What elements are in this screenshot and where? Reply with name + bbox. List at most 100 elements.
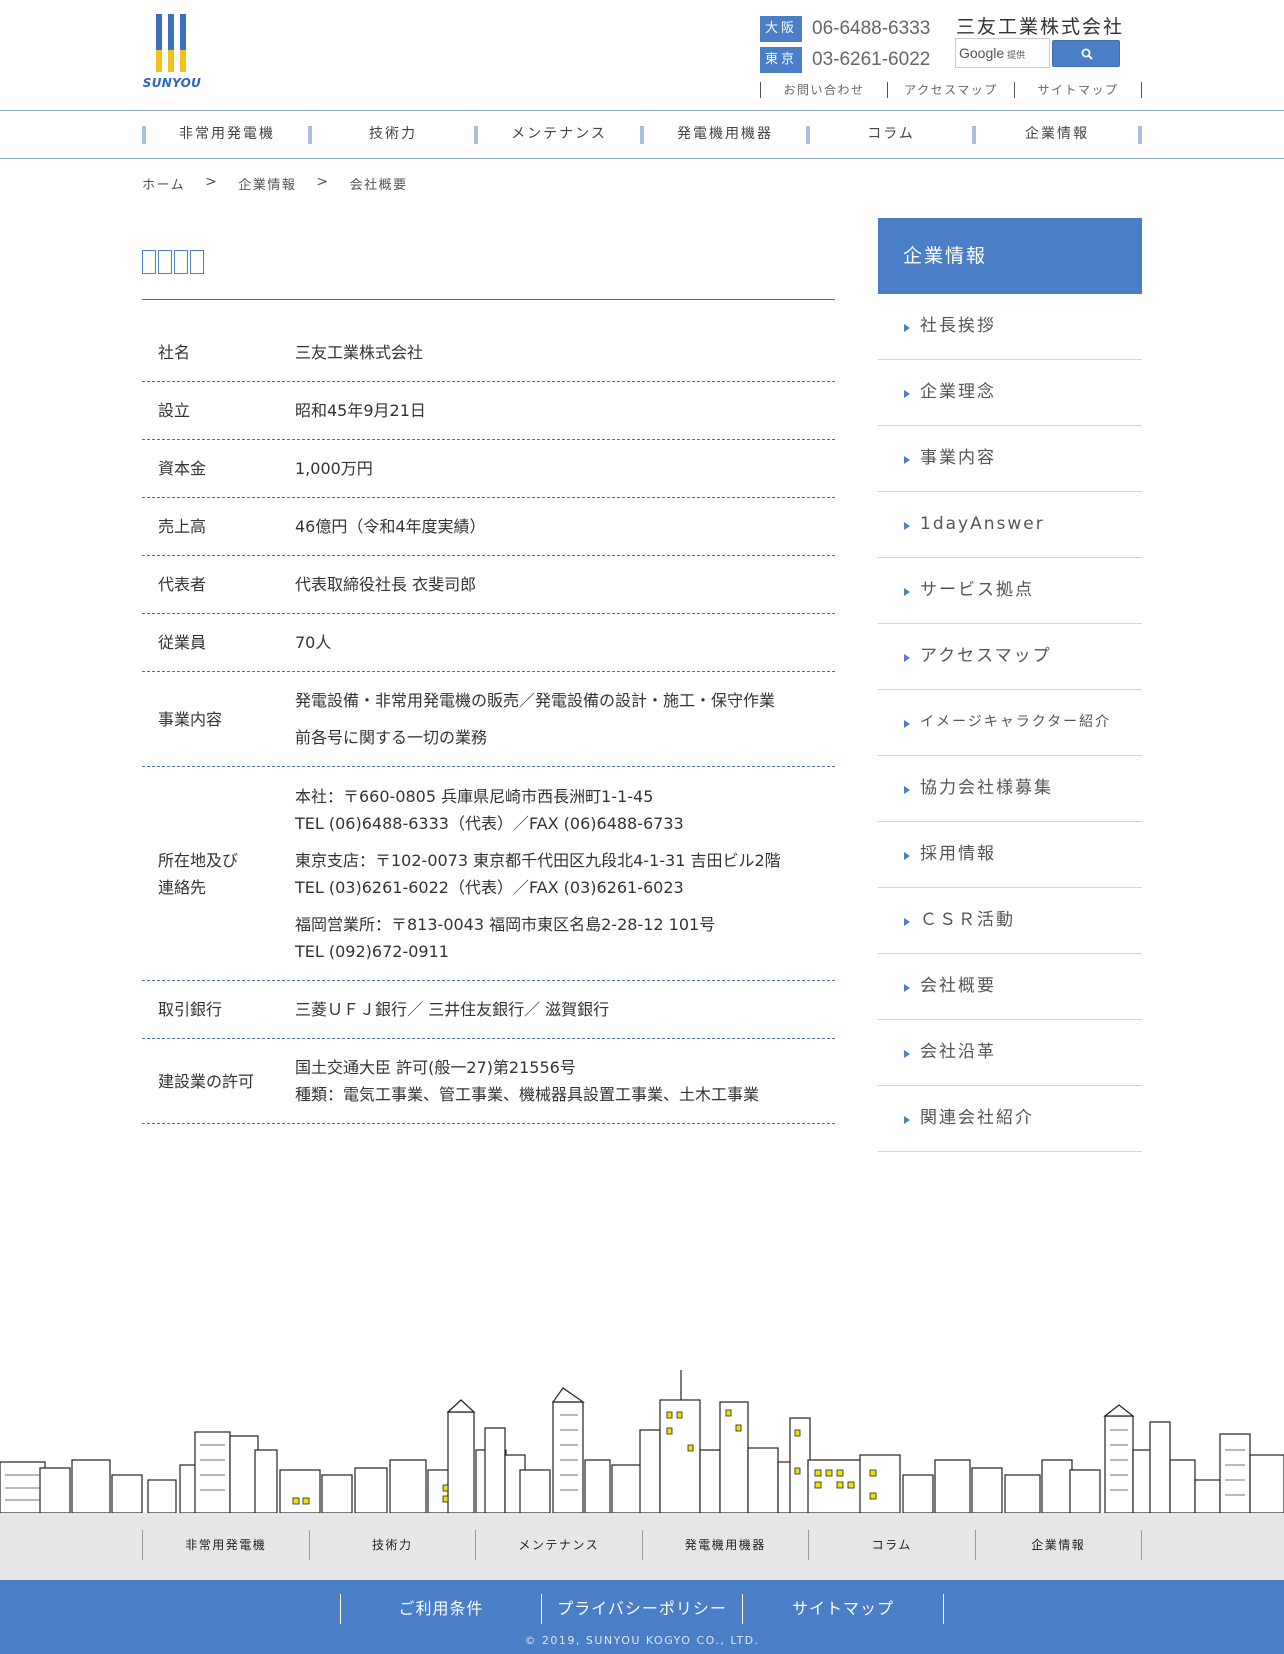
breadcrumb-home[interactable]: ホーム bbox=[142, 174, 185, 193]
row-label: 売上高 bbox=[158, 517, 207, 536]
footer-nav-technology[interactable]: 技術力 bbox=[310, 1530, 476, 1560]
row-value: 本社：〒660-0805 兵庫県尼崎市西長洲町1-1-45 bbox=[295, 786, 654, 806]
sidebar-item-philosophy[interactable]: 企業理念 bbox=[878, 360, 1142, 426]
nav-item-column[interactable]: コラム bbox=[810, 111, 972, 158]
breadcrumb-company-info[interactable]: 企業情報 bbox=[238, 174, 296, 193]
row-label: 代表者 bbox=[158, 575, 207, 594]
sidebar-menu: 社長挨拶 企業理念 事業内容 1dayAnswer サービス拠点 アクセスマップ… bbox=[878, 294, 1142, 1152]
row-value: 70人 bbox=[295, 633, 332, 652]
row-value: 東京支店：〒102-0073 東京都千代田区九段北4-1-31 吉田ビル2階 bbox=[295, 850, 781, 870]
row-value: 三友工業株式会社 bbox=[295, 343, 424, 362]
footer-link-terms[interactable]: ご利用条件 bbox=[340, 1594, 541, 1624]
phone-tag-tokyo: 東京 bbox=[760, 47, 802, 73]
sidebar-item-1day-answer[interactable]: 1dayAnswer bbox=[878, 492, 1142, 558]
footer-link-sitemap[interactable]: サイトマップ bbox=[742, 1594, 943, 1624]
row-value: 46億円（令和4年度実績） bbox=[295, 517, 486, 536]
footer-nav-emergency-generator[interactable]: 非常用発電機 bbox=[143, 1530, 309, 1560]
site-logo[interactable]: SUNYOU bbox=[142, 14, 202, 92]
sidebar-item-company-overview[interactable]: 会社概要 bbox=[878, 954, 1142, 1020]
breadcrumb-separator: > bbox=[205, 174, 219, 190]
footer-nav-maintenance[interactable]: メンテナンス bbox=[476, 1530, 642, 1560]
utility-links: お問い合わせ アクセスマップ サイトマップ bbox=[760, 82, 1142, 98]
table-row: 売上高 46億円（令和4年度実績） bbox=[142, 498, 835, 556]
phone-tokyo: 東京 03-6261-6022 bbox=[760, 47, 930, 73]
triangle-right-icon bbox=[904, 1116, 910, 1124]
row-label: 従業員 bbox=[158, 633, 207, 652]
triangle-right-icon bbox=[904, 918, 910, 926]
search-field[interactable]: Google 提供 bbox=[955, 38, 1050, 68]
table-row: 代表者 代表取締役社長 衣斐司郎 bbox=[142, 556, 835, 614]
triangle-right-icon bbox=[904, 852, 910, 860]
search-button[interactable] bbox=[1052, 40, 1120, 67]
sidebar-item-csr[interactable]: ＣＳＲ活動 bbox=[878, 888, 1142, 954]
breadcrumb-separator: > bbox=[316, 174, 330, 190]
row-value: 1,000万円 bbox=[295, 459, 373, 478]
table-row: 取引銀行 三菱ＵＦＪ銀行／ 三井住友銀行／ 滋賀銀行 bbox=[142, 981, 835, 1039]
sidebar-item-image-character[interactable]: イメージキャラクター紹介 bbox=[878, 690, 1142, 756]
sidebar-item-access-map[interactable]: アクセスマップ bbox=[878, 624, 1142, 690]
logo-text: SUNYOU bbox=[142, 76, 202, 90]
page-title bbox=[142, 250, 835, 300]
sidebar-item-service-bases[interactable]: サービス拠点 bbox=[878, 558, 1142, 624]
util-divider bbox=[1141, 82, 1142, 98]
footer-nav: 非常用発電機 技術力 メンテナンス 発電機用機器 コラム 企業情報 bbox=[0, 1513, 1284, 1580]
row-value: 福岡営業所：〒813-0043 福岡市東区名島2-28-12 101号 bbox=[295, 914, 716, 934]
sidebar-item-president-message[interactable]: 社長挨拶 bbox=[878, 294, 1142, 360]
row-value: 昭和45年9月21日 bbox=[295, 401, 426, 420]
row-label: 取引銀行 bbox=[158, 1000, 223, 1019]
row-value: TEL (03)6261-6022（代表）／FAX (03)6261-6023 bbox=[295, 877, 684, 897]
breadcrumb: ホーム > 企業情報 > 会社概要 bbox=[142, 174, 408, 193]
triangle-right-icon bbox=[904, 588, 910, 596]
phone-osaka: 大阪 06-6488-6333 bbox=[760, 16, 930, 42]
table-row: 建設業の許可 国土交通大臣 許可(般一27)第21556号 種類：電気工事業、管… bbox=[142, 1039, 835, 1124]
nav-item-maintenance[interactable]: メンテナンス bbox=[478, 111, 640, 158]
logo-mark bbox=[156, 14, 186, 72]
sidebar-item-related-companies[interactable]: 関連会社紹介 bbox=[878, 1086, 1142, 1152]
footer-nav-generator-equipment[interactable]: 発電機用機器 bbox=[643, 1530, 809, 1560]
search-input[interactable] bbox=[956, 39, 1049, 67]
nav-item-company-info[interactable]: 企業情報 bbox=[976, 111, 1138, 158]
table-row: 資本金 1,000万円 bbox=[142, 440, 835, 498]
city-skyline-illustration bbox=[0, 1370, 1284, 1513]
util-link-access-map[interactable]: アクセスマップ bbox=[887, 82, 1014, 98]
search-icon bbox=[1081, 48, 1093, 60]
nav-item-technology[interactable]: 技術力 bbox=[312, 111, 474, 158]
row-value: 国土交通大臣 許可(般一27)第21556号 bbox=[295, 1058, 576, 1077]
triangle-right-icon bbox=[904, 654, 910, 662]
triangle-right-icon bbox=[904, 720, 910, 728]
table-row: 社名 三友工業株式会社 bbox=[142, 324, 835, 382]
triangle-right-icon bbox=[904, 456, 910, 464]
row-value: 三菱ＵＦＪ銀行／ 三井住友銀行／ 滋賀銀行 bbox=[295, 1000, 610, 1019]
nav-item-generator-equipment[interactable]: 発電機用機器 bbox=[644, 111, 806, 158]
table-row: 所在地及び 連絡先 本社：〒660-0805 兵庫県尼崎市西長洲町1-1-45 … bbox=[142, 767, 835, 981]
row-label: 建設業の許可 bbox=[158, 1071, 255, 1091]
util-link-sitemap[interactable]: サイトマップ bbox=[1014, 82, 1141, 98]
table-row: 事業内容 発電設備・非常用発電機の販売／発電設備の設計・施工・保守作業 前各号に… bbox=[142, 672, 835, 767]
nav-item-emergency-generator[interactable]: 非常用発電機 bbox=[146, 111, 308, 158]
row-value: TEL (06)6488-6333（代表）／FAX (06)6488-6733 bbox=[295, 813, 684, 833]
sidebar-item-recruitment[interactable]: 採用情報 bbox=[878, 822, 1142, 888]
triangle-right-icon bbox=[904, 324, 910, 332]
sidebar-item-business[interactable]: 事業内容 bbox=[878, 426, 1142, 492]
company-name: 三友工業株式会社 bbox=[956, 16, 1125, 38]
sidebar-item-history[interactable]: 会社沿革 bbox=[878, 1020, 1142, 1086]
triangle-right-icon bbox=[904, 390, 910, 398]
table-row: 従業員 70人 bbox=[142, 614, 835, 672]
nav-divider bbox=[1138, 125, 1142, 144]
triangle-right-icon bbox=[904, 786, 910, 794]
row-value: 前各号に関する一切の業務 bbox=[295, 728, 488, 747]
sidebar-item-partner-recruit[interactable]: 協力会社様募集 bbox=[878, 756, 1142, 822]
footer-nav-column[interactable]: コラム bbox=[809, 1530, 975, 1560]
row-value: 代表取締役社長 衣斐司郎 bbox=[295, 575, 477, 594]
util-link-contact[interactable]: お問い合わせ bbox=[760, 82, 887, 98]
footer-link-privacy[interactable]: プライバシーポリシー bbox=[541, 1594, 742, 1624]
row-label: 資本金 bbox=[158, 459, 207, 478]
triangle-right-icon bbox=[904, 522, 910, 530]
company-profile-table: 社名 三友工業株式会社 設立 昭和45年9月21日 資本金 1,000万円 売上… bbox=[142, 324, 835, 1124]
table-row: 設立 昭和45年9月21日 bbox=[142, 382, 835, 440]
footer-nav-company-info[interactable]: 企業情報 bbox=[976, 1530, 1142, 1560]
footer-bar: ご利用条件 プライバシーポリシー サイトマップ © 2019, SUNYOU K… bbox=[0, 1580, 1284, 1654]
triangle-right-icon bbox=[904, 1050, 910, 1058]
row-value: 発電設備・非常用発電機の販売／発電設備の設計・施工・保守作業 bbox=[295, 691, 776, 710]
sidebar-title: 企業情報 bbox=[878, 218, 1142, 294]
